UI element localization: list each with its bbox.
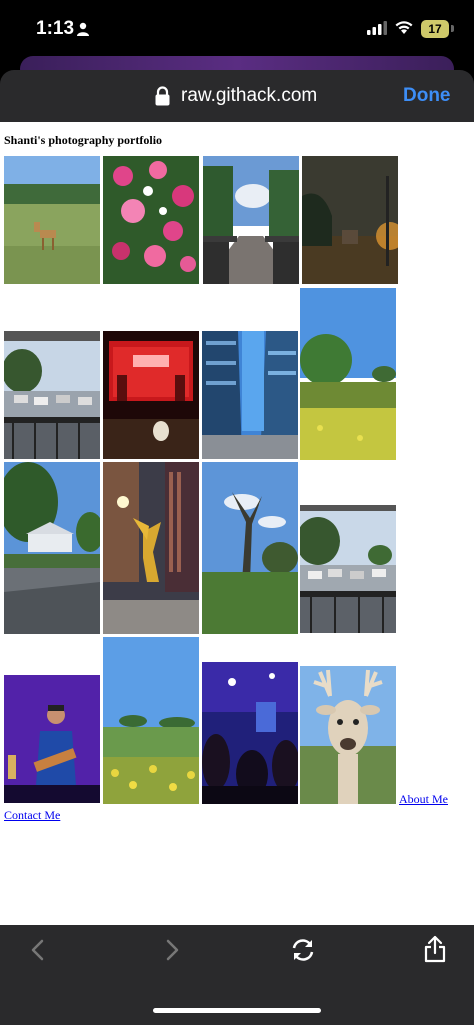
status-bar: 1:13 17 — [0, 0, 474, 60]
back-icon[interactable] — [30, 939, 46, 961]
done-button[interactable]: Done — [403, 85, 451, 107]
pink-flowers-photo[interactable] — [103, 156, 199, 284]
red-neon-bar-photo[interactable] — [103, 331, 199, 459]
deer-in-field-photo[interactable] — [4, 156, 100, 284]
person-icon — [77, 22, 89, 36]
page-title: Shanti's photography portfolio — [4, 133, 163, 147]
yellow-wildflowers-photo[interactable] — [103, 637, 199, 804]
share-icon[interactable] — [424, 935, 446, 963]
park-trees-photo[interactable] — [202, 462, 298, 634]
battery-tip — [451, 25, 454, 32]
wifi-icon — [395, 21, 413, 34]
signal-icon — [367, 21, 387, 35]
crowd-blue-lights-photo[interactable] — [202, 662, 298, 804]
clock: 1:13 — [36, 18, 75, 39]
url-text[interactable]: raw.githack.com — [181, 85, 317, 107]
wooden-boardwalk-photo[interactable] — [203, 156, 299, 284]
tree-plaza-photo[interactable] — [4, 462, 100, 634]
battery-icon: 17 — [421, 20, 449, 38]
concert-singer-photo[interactable] — [4, 675, 100, 803]
night-street-photo[interactable] — [302, 156, 398, 284]
about-me-link[interactable]: About Me — [399, 792, 448, 807]
reload-icon[interactable] — [290, 937, 316, 963]
balcony-cars-photo[interactable] — [4, 331, 100, 459]
blue-sky-meadow-photo[interactable] — [300, 288, 396, 460]
glass-skyscrapers-photo[interactable] — [202, 331, 298, 459]
parking-lot-photo[interactable] — [300, 505, 396, 633]
deer-statue-photo[interactable] — [300, 666, 396, 804]
golden-statue-photo[interactable] — [103, 462, 199, 634]
lock-icon — [155, 86, 170, 106]
forward-icon[interactable] — [164, 939, 180, 961]
contact-me-link[interactable]: Contact Me — [4, 808, 60, 823]
web-page: Shanti's photography portfolio About Me … — [0, 122, 474, 925]
home-indicator[interactable] — [153, 1008, 321, 1013]
